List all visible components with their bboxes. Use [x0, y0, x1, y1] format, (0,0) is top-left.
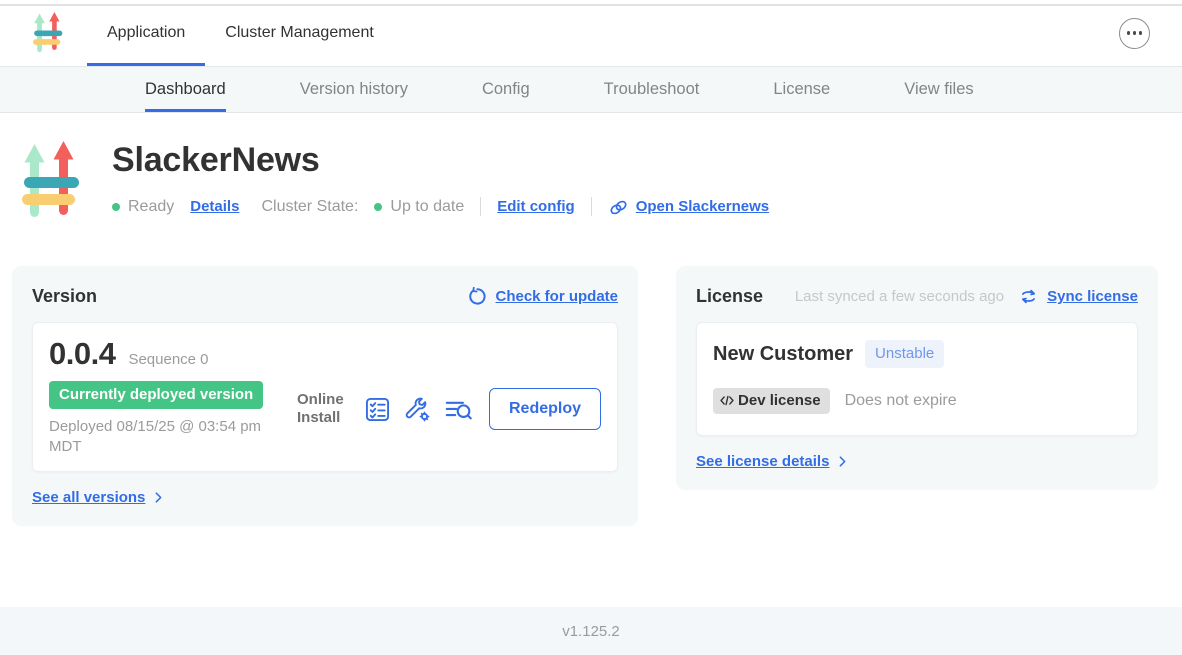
license-card-header: License Last synced a few seconds ago Sy…: [696, 286, 1138, 307]
tab-view-files-label: View files: [904, 80, 973, 99]
license-type-badge-label: Dev license: [738, 392, 821, 409]
chevron-right-icon: [152, 491, 165, 504]
app-title: SlackerNews: [112, 141, 769, 180]
current-version-info: 0.0.4 Sequence 0 Currently deployed vers…: [49, 336, 297, 456]
refresh-icon: [467, 287, 486, 306]
more-menu-button[interactable]: [1119, 18, 1150, 49]
tab-version-history-label: Version history: [300, 80, 408, 99]
app-header-text: SlackerNews Ready Details Cluster State:…: [112, 139, 769, 223]
sync-arrows-icon: [1019, 287, 1038, 306]
license-expiration: Does not expire: [845, 392, 957, 410]
top-nav-bar: Application Cluster Management: [0, 0, 1182, 67]
open-app-link[interactable]: Open Slackernews: [636, 198, 769, 215]
deployed-version-badge: Currently deployed version: [49, 381, 263, 409]
status-details-link[interactable]: Details: [190, 198, 239, 215]
check-update-container: Check for update: [467, 287, 618, 306]
top-nav-left: Application Cluster Management: [0, 0, 394, 66]
app-status-text: Ready: [128, 198, 174, 216]
app-status-row: Ready Details Cluster State: Up to date …: [112, 196, 769, 217]
console-version-label: v1.125.2: [562, 623, 620, 640]
sequence-label: Sequence 0: [128, 351, 208, 368]
app-header: SlackerNews Ready Details Cluster State:…: [0, 113, 1182, 223]
license-card: License Last synced a few seconds ago Sy…: [676, 266, 1158, 490]
channel-badge: Unstable: [865, 340, 944, 368]
version-actions: Online Install: [297, 388, 601, 430]
current-version-panel: 0.0.4 Sequence 0 Currently deployed vers…: [32, 322, 618, 472]
see-all-versions-link[interactable]: See all versions: [32, 489, 145, 506]
version-card: Version Check for update: [12, 266, 638, 526]
redeploy-button[interactable]: Redeploy: [489, 388, 601, 430]
deployed-timestamp: Deployed 08/15/25 @ 03:54 pm MDT: [49, 417, 289, 456]
tab-view-files[interactable]: View files: [904, 67, 973, 112]
admin-console-page: Application Cluster Management Dashboard…: [0, 0, 1182, 655]
check-for-update-link[interactable]: Check for update: [495, 288, 618, 305]
top-tab-application-label: Application: [107, 24, 185, 42]
dashboard-cards: Version Check for update: [0, 266, 1182, 526]
top-nav-right: [1119, 0, 1182, 66]
divider: [591, 197, 592, 216]
tab-troubleshoot[interactable]: Troubleshoot: [604, 67, 700, 112]
edit-config-link[interactable]: Edit config: [497, 198, 575, 215]
tab-license[interactable]: License: [773, 67, 830, 112]
license-type-badge: Dev license: [713, 388, 830, 414]
tab-config-label: Config: [482, 80, 530, 99]
code-brackets-icon: [719, 394, 735, 407]
tab-troubleshoot-label: Troubleshoot: [604, 80, 700, 99]
version-card-header: Version Check for update: [32, 286, 618, 307]
tab-license-label: License: [773, 80, 830, 99]
top-tab-cluster-management[interactable]: Cluster Management: [205, 0, 394, 66]
cluster-state-value: Up to date: [390, 198, 464, 216]
view-logs-icon[interactable]: [444, 396, 473, 423]
version-number-row: 0.0.4 Sequence 0: [49, 336, 297, 372]
chevron-right-icon: [836, 455, 849, 468]
divider: [480, 197, 481, 216]
console-footer: v1.125.2: [0, 607, 1182, 655]
customer-name-row: New Customer Unstable: [713, 340, 1121, 368]
app-sub-nav: Dashboard Version history Config Trouble…: [0, 67, 1182, 113]
last-synced-text: Last synced a few seconds ago: [795, 288, 1004, 305]
preflight-checks-icon[interactable]: [364, 396, 391, 423]
cluster-state-label: Cluster State:: [261, 198, 358, 216]
app-logo-large-icon: [22, 141, 80, 223]
tab-config[interactable]: Config: [482, 67, 530, 112]
app-logo-icon: [33, 12, 63, 54]
license-detail-panel: New Customer Unstable: [696, 322, 1138, 436]
version-number: 0.0.4: [49, 336, 115, 372]
customer-name: New Customer: [713, 343, 853, 366]
ellipsis-icon: [1127, 31, 1130, 34]
tab-dashboard[interactable]: Dashboard: [145, 67, 226, 112]
sync-license-container: Last synced a few seconds ago Sync licen…: [795, 287, 1138, 306]
cluster-state-dot: [374, 203, 382, 211]
edit-config-icon[interactable]: [404, 396, 431, 423]
brand-logo-container[interactable]: [0, 0, 87, 66]
see-license-details-link[interactable]: See license details: [696, 453, 829, 470]
top-tab-application[interactable]: Application: [87, 0, 205, 66]
version-card-title: Version: [32, 286, 97, 307]
app-status-dot: [112, 203, 120, 211]
license-card-title: License: [696, 286, 763, 307]
license-meta-row: Dev license Does not expire: [713, 388, 1121, 414]
sync-license-link[interactable]: Sync license: [1047, 288, 1138, 305]
top-tab-cluster-management-label: Cluster Management: [225, 24, 374, 42]
tab-dashboard-label: Dashboard: [145, 80, 226, 99]
see-all-versions-row: See all versions: [32, 489, 618, 506]
chain-link-icon: [608, 197, 629, 218]
see-license-details-row: See license details: [696, 453, 1138, 470]
tab-version-history[interactable]: Version history: [300, 67, 408, 112]
dashboard-main: SlackerNews Ready Details Cluster State:…: [0, 113, 1182, 607]
install-type-label: Online Install: [297, 391, 351, 427]
